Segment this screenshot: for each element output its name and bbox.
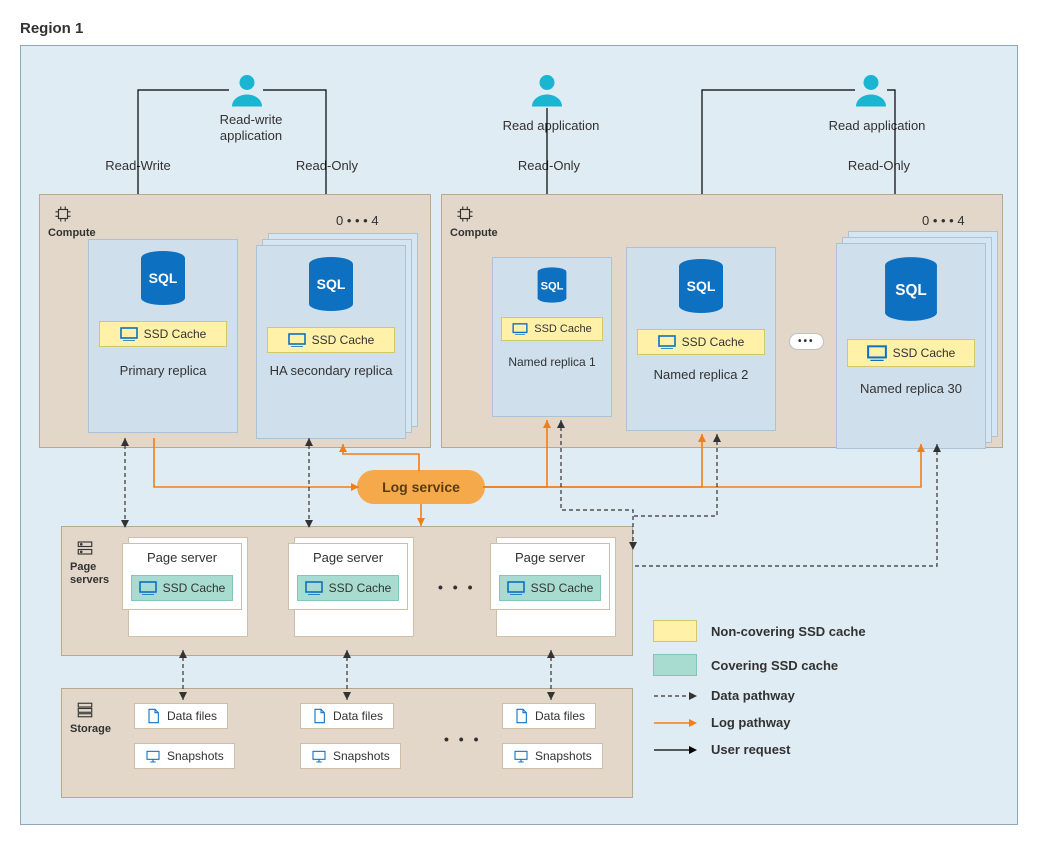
legend-swatch-yellow (653, 620, 697, 642)
legend-swatch-teal (653, 654, 697, 676)
legend-orange-arrow-icon (653, 716, 697, 730)
legend-solid-arrow-icon (653, 743, 697, 757)
legend-row-noncovering: Non-covering SSD cache (653, 620, 993, 642)
legend-label: User request (711, 742, 790, 757)
legend-label: Data pathway (711, 688, 795, 703)
region-title: Region 1 (20, 20, 1018, 37)
legend-dash-arrow-icon (653, 689, 697, 703)
legend-row-covering: Covering SSD cache (653, 654, 993, 676)
legend: Non-covering SSD cache Covering SSD cach… (653, 620, 993, 769)
legend-label: Log pathway (711, 715, 790, 730)
legend-row-log: Log pathway (653, 715, 993, 730)
legend-row-data: Data pathway (653, 688, 993, 703)
legend-label: Non-covering SSD cache (711, 624, 866, 639)
legend-row-user: User request (653, 742, 993, 757)
region-1-diagram: Read-write application Read application … (20, 45, 1018, 825)
legend-label: Covering SSD cache (711, 658, 838, 673)
